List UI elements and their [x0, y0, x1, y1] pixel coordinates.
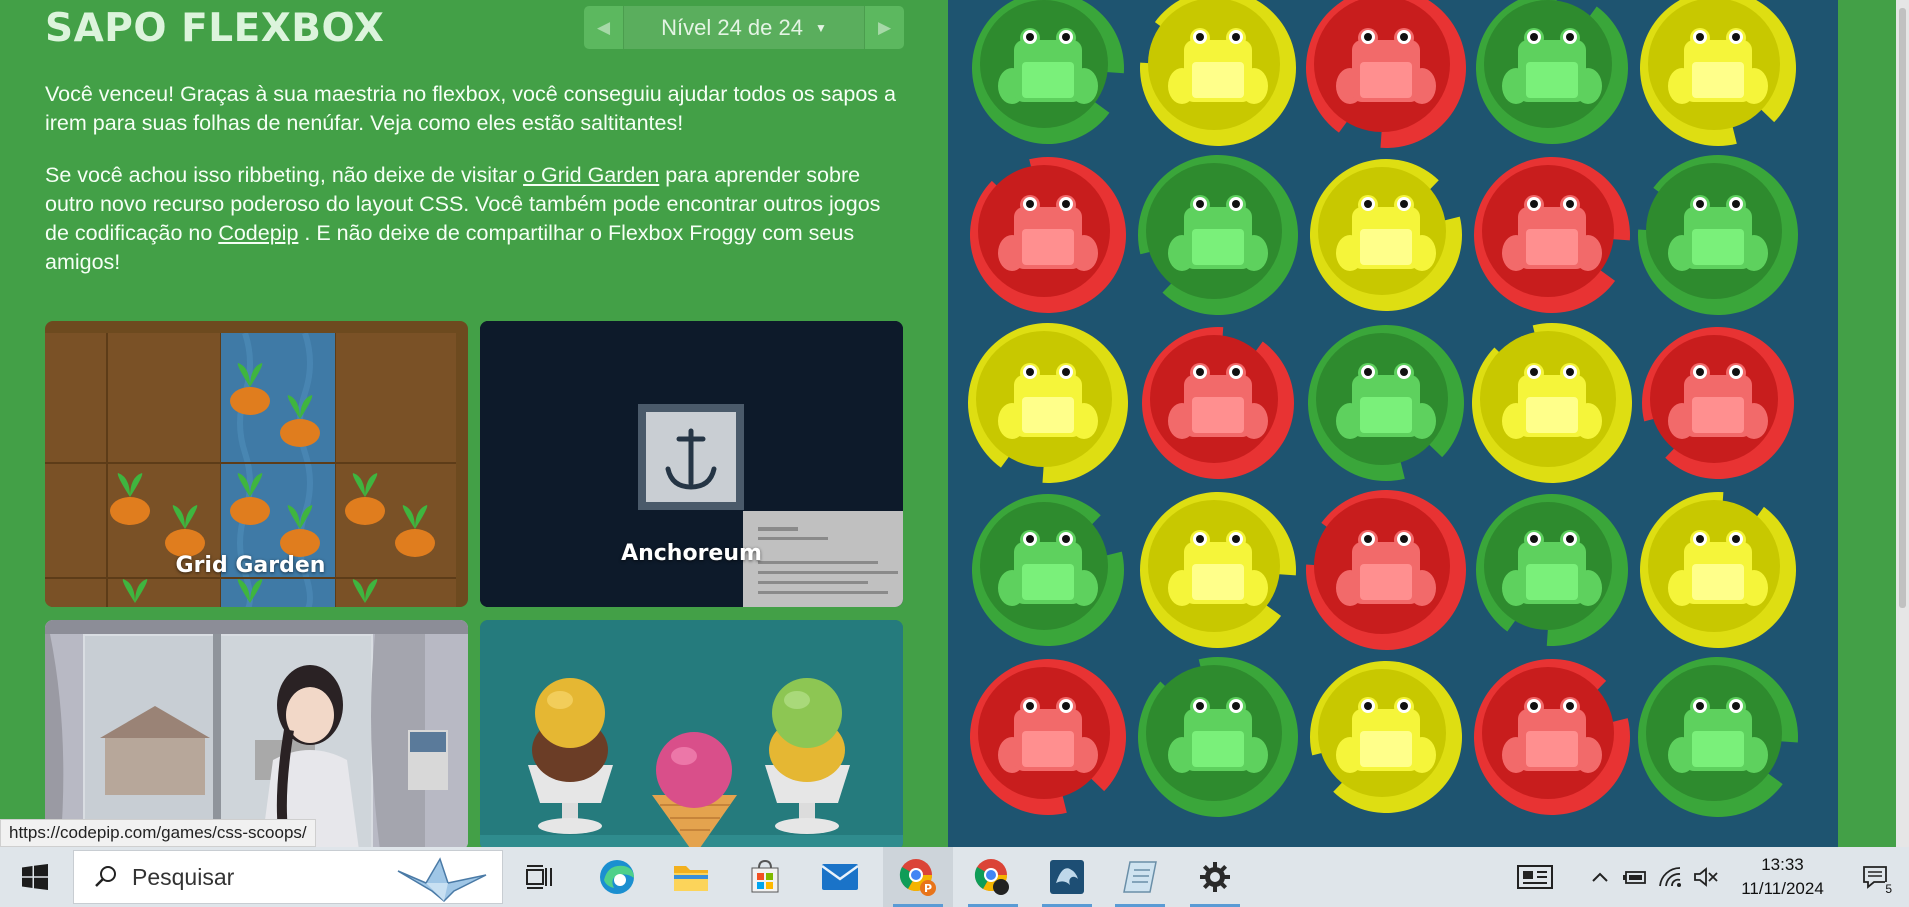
taskbar-mysql-workbench[interactable]: [1032, 847, 1102, 907]
search-placeholder: Pesquisar: [132, 863, 235, 890]
tray-overflow-button[interactable]: [1588, 847, 1612, 907]
victory-message: Você venceu! Graças à sua maestria no fl…: [45, 82, 896, 135]
task-view-button[interactable]: [505, 847, 575, 907]
folder-icon: [674, 866, 708, 891]
news-icon: [1517, 865, 1553, 889]
chevron-up-icon: [1592, 872, 1608, 882]
caret-down-icon: ▼: [814, 20, 827, 35]
windows-logo-icon: [22, 864, 48, 890]
grid-garden-label: Grid Garden: [175, 553, 326, 578]
level-panel: SAPO FLEXBOX ◀ Nível 24 de 24 ▼ ▶ Você v…: [0, 0, 948, 847]
codepip-link[interactable]: Codepip: [218, 221, 298, 245]
arrow-left-icon: ◀: [596, 17, 611, 37]
level-selector[interactable]: Nível 24 de 24 ▼: [623, 6, 865, 49]
paper-crane-icon: [397, 857, 487, 903]
taskbar-clock[interactable]: 13:33 11/11/2024: [1730, 853, 1835, 901]
chrome-icon: [974, 859, 1009, 895]
ice-cream-illustration: [480, 620, 903, 847]
taskbar-mail[interactable]: [805, 847, 875, 907]
arrow-right-icon: ▶: [877, 17, 892, 37]
next-level-button[interactable]: ▶: [865, 6, 904, 49]
start-button[interactable]: [0, 847, 70, 907]
taskbar-search-box[interactable]: Pesquisar: [73, 850, 503, 904]
taskbar-chrome-profile[interactable]: P: [883, 847, 953, 907]
pond-board: [948, 0, 1838, 847]
search-icon: [95, 866, 116, 887]
clock-time: 13:33: [1761, 855, 1804, 874]
battery-button[interactable]: [1622, 847, 1650, 907]
svg-text:P: P: [924, 882, 932, 895]
css-scoops-card[interactable]: [480, 620, 903, 847]
wifi-button[interactable]: [1657, 847, 1685, 907]
level-label: Nível 24 de 24: [661, 14, 803, 40]
taskbar-edge[interactable]: [582, 847, 652, 907]
notepad-icon: [1123, 861, 1157, 893]
taskbar-microsoft-store[interactable]: [730, 847, 800, 907]
store-icon: [751, 860, 779, 893]
previous-level-button[interactable]: ◀: [584, 6, 623, 49]
taskbar-chrome-alt[interactable]: [958, 847, 1028, 907]
mail-icon: [821, 864, 859, 890]
level-navigation: ◀ Nível 24 de 24 ▼ ▶: [584, 6, 904, 49]
anchoreum-label: Anchoreum: [621, 541, 762, 566]
edge-icon: [600, 860, 634, 894]
css-game-card[interactable]: [45, 620, 468, 847]
anchoreum-card[interactable]: Anchoreum: [480, 321, 903, 607]
game-illustration: [45, 620, 468, 847]
taskbar-notepad-app[interactable]: [1105, 847, 1175, 907]
taskbar-settings[interactable]: [1180, 847, 1250, 907]
volume-button[interactable]: [1692, 847, 1720, 907]
notification-icon: [1863, 866, 1887, 889]
pond-illustration: [968, 0, 1798, 817]
notification-center-button[interactable]: 5: [1850, 847, 1900, 907]
wifi-icon: [1659, 867, 1681, 887]
mysql-workbench-icon: [1050, 860, 1084, 894]
news-widget-button[interactable]: [1505, 847, 1565, 907]
grid-garden-link[interactable]: o Grid Garden: [523, 163, 659, 187]
scrollbar-thumb[interactable]: [1899, 8, 1906, 608]
notification-count: 5: [1885, 882, 1892, 896]
link-status-url: https://codepip.com/games/css-scoops/: [0, 819, 316, 847]
gear-icon: [1200, 862, 1230, 892]
task-view-icon: [526, 865, 552, 889]
clock-date: 11/11/2024: [1741, 879, 1824, 898]
page-title: SAPO FLEXBOX: [45, 6, 385, 51]
battery-icon: [1623, 871, 1646, 884]
page-margin: [1838, 0, 1896, 847]
taskbar-file-explorer[interactable]: [656, 847, 726, 907]
promo-message: Se você achou isso ribbeting, não deixe …: [45, 163, 881, 274]
windows-taskbar: Pesquisar P 13:33 11/11/2024 5: [0, 847, 1909, 907]
volume-muted-icon: [1694, 867, 1718, 887]
chrome-icon: P: [899, 859, 936, 896]
grid-garden-card[interactable]: Grid Garden: [45, 321, 468, 607]
